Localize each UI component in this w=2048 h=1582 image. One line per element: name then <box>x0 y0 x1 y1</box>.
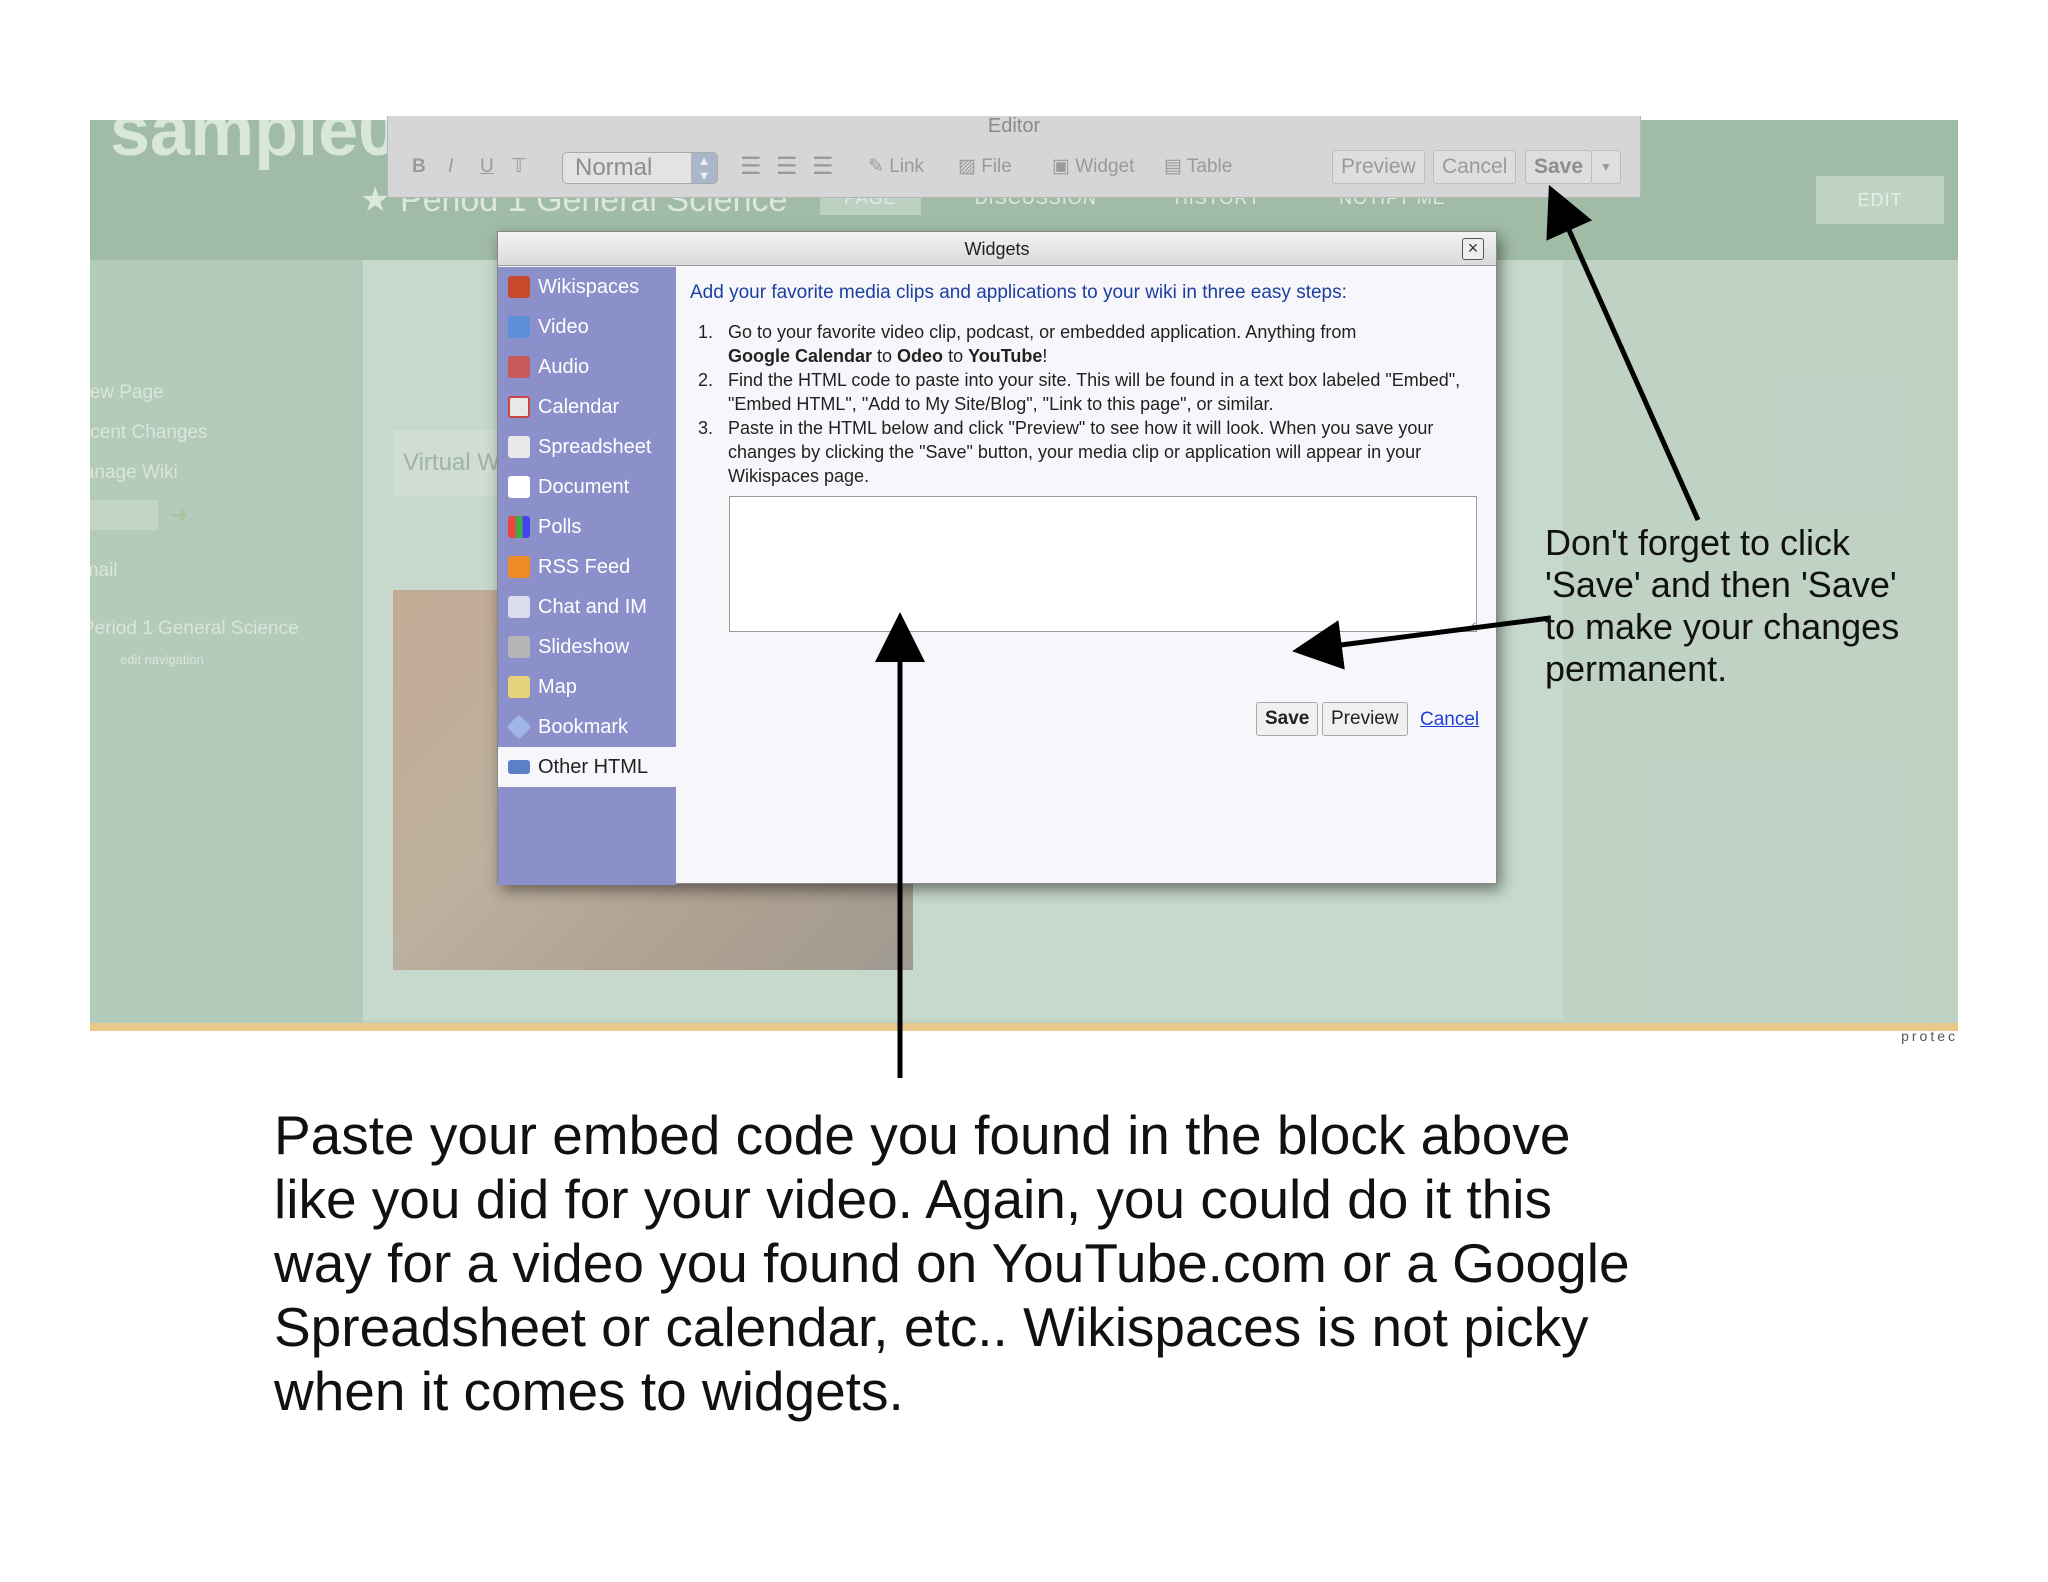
slide: sample01 ★ Period 1 General Science PAGE… <box>0 0 2048 1582</box>
arrow-to-dialog-save <box>1292 615 1551 670</box>
instruction-caption: Paste your embed code you found in the b… <box>274 1104 1630 1422</box>
save-reminder-note: Don't forget to click 'Save' and then 'S… <box>1545 522 1900 689</box>
arrow-to-editor-save <box>1546 184 1701 522</box>
